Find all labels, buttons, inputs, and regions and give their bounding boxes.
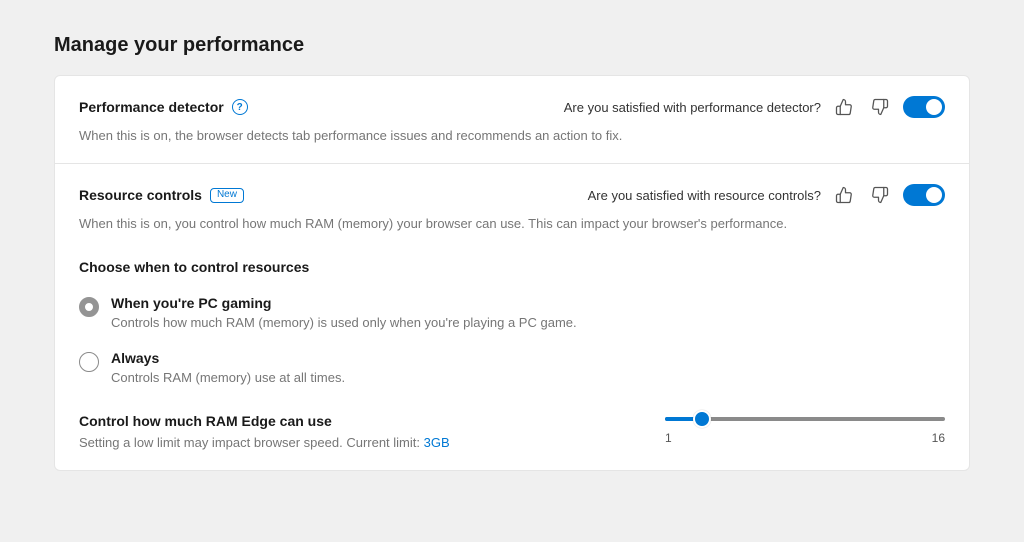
performance-detector-toggle[interactable] (903, 96, 945, 118)
slider-desc-prefix: Setting a low limit may impact browser s… (79, 435, 424, 450)
feedback-prompt: Are you satisfied with resource controls… (588, 188, 821, 203)
ram-slider-row: Control how much RAM Edge can use Settin… (79, 413, 945, 450)
new-badge: New (210, 188, 244, 203)
performance-detector-title: Performance detector (79, 99, 224, 115)
radio-option-gaming[interactable]: When you're PC gaming Controls how much … (79, 295, 945, 330)
choose-heading: Choose when to control resources (79, 259, 945, 275)
slider-track (665, 417, 945, 421)
page-title: Manage your performance (0, 0, 1024, 75)
resource-controls-desc: When this is on, you control how much RA… (79, 216, 945, 231)
radio-text: When you're PC gaming Controls how much … (111, 295, 577, 330)
performance-card: Performance detector ? Are you satisfied… (54, 75, 970, 471)
performance-detector-desc: When this is on, the browser detects tab… (79, 128, 945, 143)
radio-desc: Controls how much RAM (memory) is used o… (111, 315, 577, 330)
slider-title: Control how much RAM Edge can use (79, 413, 625, 429)
section-header: Performance detector ? Are you satisfied… (79, 94, 945, 120)
resource-controls-section: Resource controls New Are you satisfied … (55, 163, 969, 470)
resource-controls-toggle[interactable] (903, 184, 945, 206)
thumbs-down-icon[interactable] (867, 94, 893, 120)
slider-thumb[interactable] (693, 410, 711, 428)
feedback-prompt: Are you satisfied with performance detec… (564, 100, 821, 115)
thumbs-up-icon[interactable] (831, 94, 857, 120)
slider-desc: Setting a low limit may impact browser s… (79, 435, 625, 450)
ram-slider[interactable]: 1 16 (665, 413, 945, 445)
radio-unselected-icon (79, 352, 99, 372)
section-title-group: Performance detector ? (79, 99, 554, 115)
slider-min: 1 (665, 431, 672, 445)
slider-labels: 1 16 (665, 431, 945, 445)
radio-label: When you're PC gaming (111, 295, 577, 311)
resource-controls-title: Resource controls (79, 187, 202, 203)
radio-label: Always (111, 350, 345, 366)
current-limit-link[interactable]: 3GB (424, 435, 450, 450)
radio-selected-icon (79, 297, 99, 317)
radio-desc: Controls RAM (memory) use at all times. (111, 370, 345, 385)
radio-text: Always Controls RAM (memory) use at all … (111, 350, 345, 385)
thumbs-up-icon[interactable] (831, 182, 857, 208)
performance-detector-section: Performance detector ? Are you satisfied… (55, 76, 969, 163)
radio-option-always[interactable]: Always Controls RAM (memory) use at all … (79, 350, 945, 385)
thumbs-down-icon[interactable] (867, 182, 893, 208)
section-title-group: Resource controls New (79, 187, 578, 203)
section-header: Resource controls New Are you satisfied … (79, 182, 945, 208)
help-icon[interactable]: ? (232, 99, 248, 115)
slider-text: Control how much RAM Edge can use Settin… (79, 413, 625, 450)
slider-max: 16 (932, 431, 945, 445)
